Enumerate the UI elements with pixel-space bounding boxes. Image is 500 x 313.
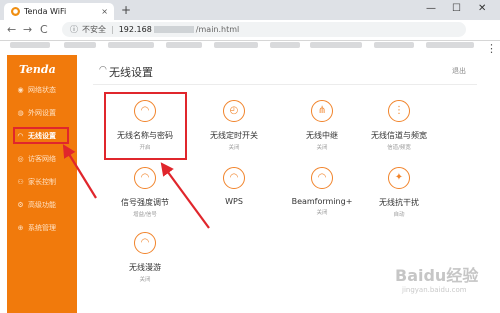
arrow-to-tile — [160, 162, 210, 229]
arrow-to-sidebar — [62, 144, 97, 199]
baidu-watermark-url: jingyan.baidu.com — [402, 286, 467, 294]
baidu-watermark: Baidu经验 — [395, 266, 479, 285]
